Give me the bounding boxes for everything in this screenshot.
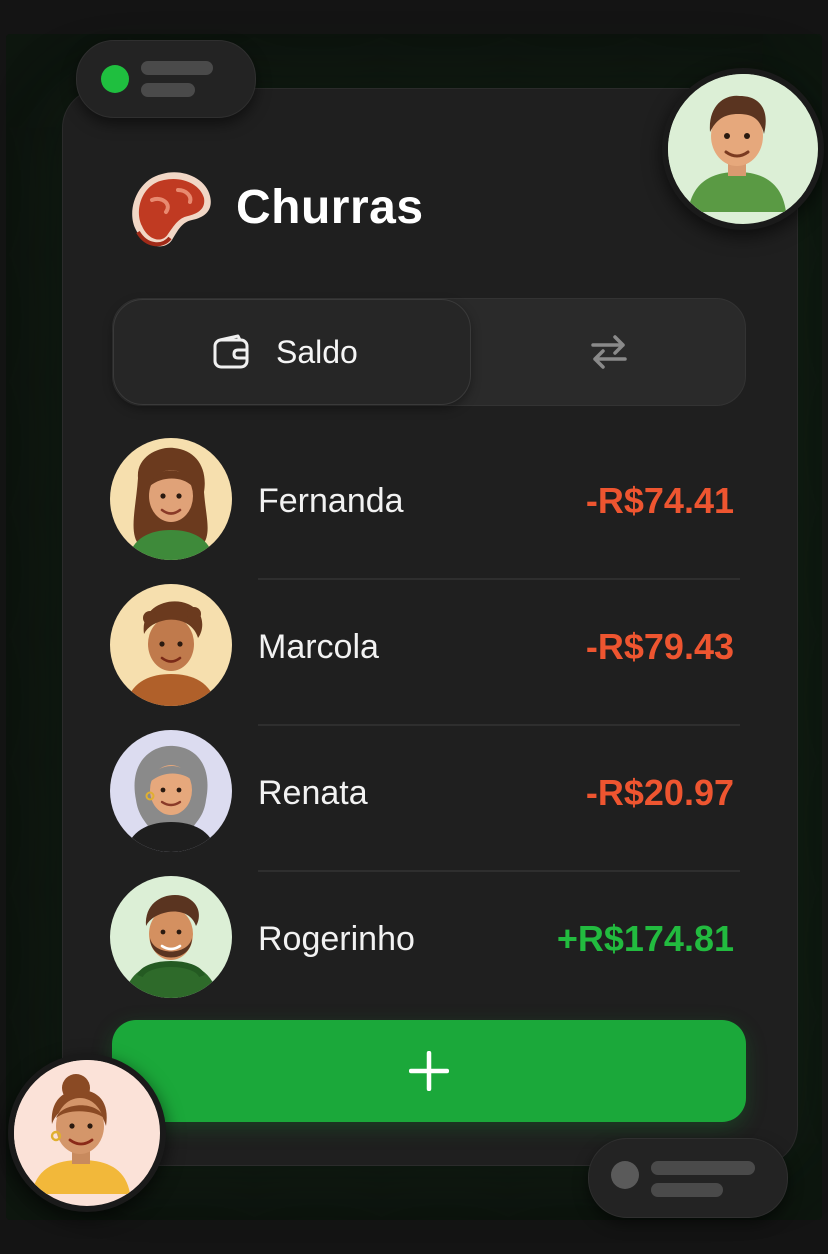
person-name: Rogerinho — [258, 920, 415, 958]
plus-icon — [409, 1051, 449, 1091]
notification-pill-top — [76, 40, 256, 118]
placeholder-line — [651, 1161, 755, 1175]
list-item[interactable]: Rogerinho +R$174.81 — [108, 874, 740, 1020]
divider — [258, 724, 740, 726]
list-item[interactable]: Renata -R$20.97 — [108, 728, 740, 874]
floating-avatar-woman — [8, 1054, 166, 1212]
avatar — [110, 438, 232, 560]
divider — [258, 870, 740, 872]
wallet-icon — [213, 334, 249, 369]
floating-avatar-man — [662, 68, 824, 230]
add-expense-button[interactable] — [112, 1020, 746, 1122]
avatar — [110, 584, 232, 706]
person-name: Fernanda — [258, 482, 404, 520]
balance-amount: +R$174.81 — [556, 918, 734, 959]
placeholder-line — [141, 61, 213, 75]
steak-icon — [132, 172, 211, 247]
balance-amount: -R$79.43 — [585, 626, 734, 667]
list-item[interactable]: Fernanda -R$74.41 — [108, 436, 740, 582]
status-dot-green — [101, 65, 129, 93]
list-item[interactable]: Marcola -R$79.43 — [108, 582, 740, 728]
avatar — [110, 876, 232, 998]
person-name: Marcola — [258, 628, 379, 666]
balance-list: Fernanda -R$74.41 Marcola -R$79.43 Renat… — [108, 436, 740, 1020]
placeholder-line — [141, 83, 195, 97]
tab-saldo[interactable]: Saldo — [113, 299, 471, 405]
status-dot-gray — [611, 1161, 639, 1189]
divider — [258, 578, 740, 580]
balance-amount: -R$20.97 — [585, 772, 734, 813]
balance-amount: -R$74.41 — [585, 480, 734, 521]
swap-arrows-icon[interactable] — [587, 331, 631, 371]
avatar — [110, 730, 232, 852]
notification-pill-bottom — [588, 1138, 788, 1218]
header: Churras — [122, 160, 522, 256]
view-toggle: Saldo — [112, 298, 746, 406]
page-title: Churras — [236, 181, 424, 234]
person-name: Renata — [258, 774, 368, 812]
placeholder-line — [651, 1183, 723, 1197]
tab-saldo-label: Saldo — [276, 334, 358, 370]
